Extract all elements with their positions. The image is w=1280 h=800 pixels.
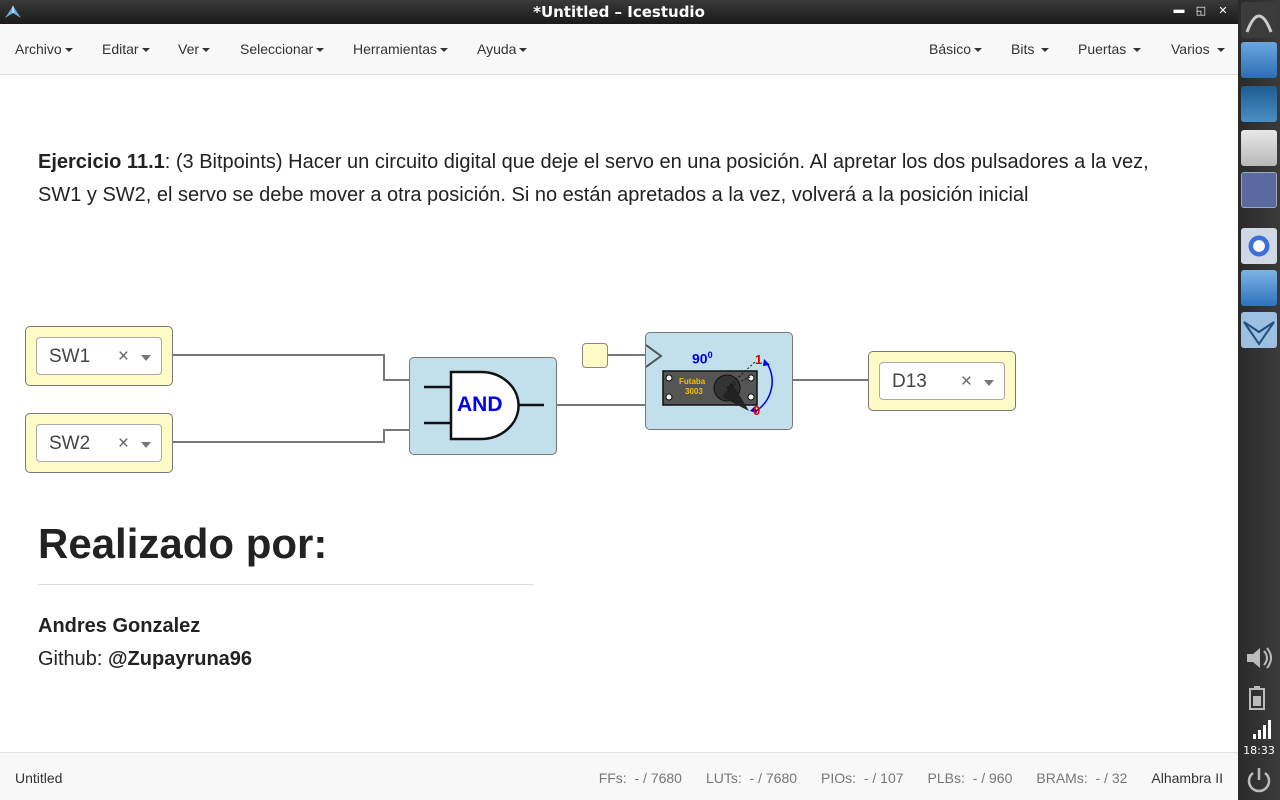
input-block-sw1[interactable]: SW1 ×: [25, 326, 173, 386]
and-gate-label: AND: [457, 393, 503, 416]
dropdown-arrow-icon[interactable]: [141, 442, 151, 448]
stat-brams: BRAMs: - / 32: [1036, 770, 1128, 786]
menu-seleccionar[interactable]: Seleccionar: [240, 41, 325, 57]
caret-down-icon: [974, 48, 983, 53]
folder-icon[interactable]: [1241, 270, 1277, 306]
wire-sw2-and: [173, 429, 410, 443]
pin-label-sw1: SW1: [49, 346, 91, 367]
power-icon[interactable]: [1241, 762, 1277, 798]
stat-plbs: PLBs: - / 960: [927, 770, 1013, 786]
clear-icon[interactable]: ×: [118, 433, 129, 455]
pin-label-sw2: SW2: [49, 433, 91, 454]
close-icon[interactable]: ✕: [1216, 4, 1230, 17]
menu-editar[interactable]: Editar: [102, 41, 150, 57]
window-icon[interactable]: [1241, 130, 1277, 166]
menu-bits[interactable]: Bits: [1011, 41, 1050, 57]
github-handle: @Zupayruna96: [108, 648, 253, 670]
status-filename: Untitled: [15, 770, 63, 786]
system-clock: 18:33: [1243, 744, 1275, 757]
menu-basico[interactable]: Básico: [929, 41, 983, 57]
dropdown-arrow-icon[interactable]: [141, 355, 151, 361]
pin-select-sw1[interactable]: SW1 ×: [36, 337, 162, 375]
author-name: Andres Gonzalez: [38, 615, 201, 637]
wire-sw1-and: [173, 354, 410, 381]
servo-angle: 900: [692, 350, 713, 367]
caret-down-icon: [1216, 48, 1225, 53]
menu-puertas[interactable]: Puertas: [1078, 41, 1142, 57]
pin-select-sw2[interactable]: SW2 ×: [36, 424, 162, 462]
stat-ffs: FFs: - / 7680: [598, 770, 682, 786]
servo-brand: Futaba: [679, 377, 706, 386]
servo-icon: [646, 344, 773, 413]
workspace-switcher-icon[interactable]: [1241, 172, 1277, 208]
statusbar: Untitled FFs: - / 7680 LUTs: - / 7680 PI…: [0, 752, 1238, 800]
author-heading: Realizado por:: [38, 520, 328, 567]
servo-block[interactable]: 900 1 0 Futaba 3003: [645, 332, 793, 430]
servo-pos-1: 1: [755, 352, 763, 367]
menu-ayuda[interactable]: Ayuda: [477, 41, 528, 57]
dropdown-arrow-icon[interactable]: [984, 380, 994, 386]
window-title: *Untitled – Icestudio: [533, 3, 705, 21]
window-titlebar: *Untitled – Icestudio ▬ ◱ ✕: [0, 0, 1238, 24]
servo-model: 3003: [685, 387, 703, 396]
caret-down-icon: [440, 48, 449, 53]
volume-icon[interactable]: [1241, 640, 1277, 676]
pin-select-d13[interactable]: D13 ×: [879, 362, 1005, 400]
menu-archivo[interactable]: Archivo: [15, 41, 73, 57]
caret-down-icon: [64, 48, 73, 53]
stat-pios: PIOs: - / 107: [821, 770, 904, 786]
chromium-icon[interactable]: [1241, 228, 1277, 264]
icestudio-icon[interactable]: [1241, 312, 1277, 348]
minimize-icon[interactable]: ▬: [1172, 4, 1186, 17]
app-launcher-icon[interactable]: [1241, 2, 1277, 38]
network-signal-icon[interactable]: [1241, 710, 1277, 746]
system-dock: [1238, 0, 1280, 800]
maximize-icon[interactable]: ◱: [1194, 4, 1208, 17]
caret-down-icon: [316, 48, 325, 53]
menubar: Archivo Editar Ver Seleccionar Herramien…: [0, 24, 1238, 75]
caret-down-icon: [1041, 48, 1050, 53]
output-block-d13[interactable]: D13 ×: [868, 351, 1016, 411]
menu-ver[interactable]: Ver: [178, 41, 211, 57]
design-canvas[interactable]: Ejercicio 11.1: (3 Bitpoints) Hacer un c…: [0, 75, 1238, 752]
parameter-block[interactable]: [582, 343, 608, 368]
github-label: Github:: [38, 648, 109, 670]
servo-pos-0: 0: [753, 403, 761, 418]
caret-down-icon: [1133, 48, 1142, 53]
menu-varios[interactable]: Varios: [1171, 41, 1225, 57]
stat-luts: LUTs: - / 7680: [705, 770, 798, 786]
clear-icon[interactable]: ×: [961, 371, 972, 393]
world-map-icon[interactable]: [1241, 86, 1277, 122]
caret-down-icon: [519, 48, 528, 53]
pin-label-d13: D13: [892, 371, 927, 392]
caret-down-icon: [141, 48, 150, 53]
caret-down-icon: [202, 48, 211, 53]
menu-herramientas[interactable]: Herramientas: [353, 41, 449, 57]
github-line: Github: @Zupayruna96: [38, 648, 252, 671]
board-selector[interactable]: Alhambra II: [1151, 770, 1223, 786]
divider: [38, 584, 534, 585]
input-block-sw2[interactable]: SW2 ×: [25, 413, 173, 473]
and-gate-block[interactable]: AND: [409, 357, 557, 455]
file-manager-icon[interactable]: [1241, 42, 1277, 78]
clear-icon[interactable]: ×: [118, 346, 129, 368]
